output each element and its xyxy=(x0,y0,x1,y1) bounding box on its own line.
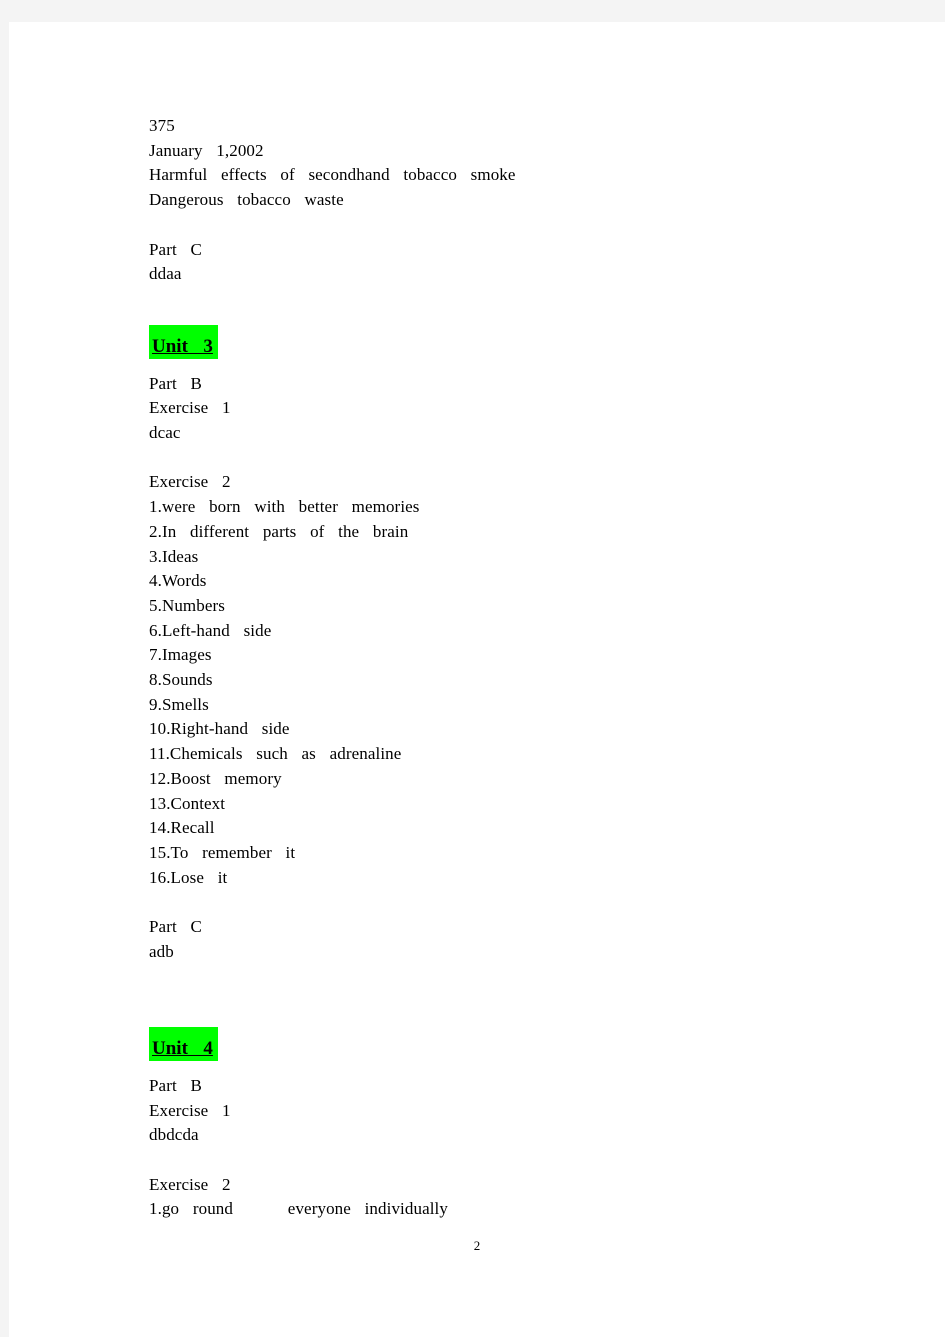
list-item: 12.Boost memory xyxy=(149,768,282,788)
list-item: 3.Ideas xyxy=(149,546,199,566)
unit-3-heading: Unit 3 xyxy=(149,324,218,359)
list-item: 6.Left-hand side xyxy=(149,620,272,640)
page-number: 2 xyxy=(473,1238,481,1253)
answer-line: Harmful effects of secondhand tobacco sm… xyxy=(149,165,516,185)
list-item: 9.Smells xyxy=(149,694,209,714)
list-item: 2.In different parts of the brain xyxy=(149,521,409,541)
list-item: 16.Lose it xyxy=(149,867,228,887)
exercise-2-heading: Exercise 2 xyxy=(149,1174,231,1194)
unit-4-exercise-2-block: Exercise 2 1.go round everyone individua… xyxy=(149,1173,849,1222)
answer-line: Dangerous tobacco waste xyxy=(149,190,344,210)
part-b-heading: Part B xyxy=(149,373,202,393)
part-c-heading: Part C xyxy=(149,239,202,259)
list-item: 11.Chemicals such as adrenaline xyxy=(149,744,402,764)
unit-3-heading-block: Unit 3 xyxy=(149,324,849,359)
list-item: 10.Right-hand side xyxy=(149,719,290,739)
list-item: 15.To remember it xyxy=(149,842,296,862)
list-item: 5.Numbers xyxy=(149,595,225,615)
part-c-answer: ddaa xyxy=(149,264,182,284)
document-page: 375 January 1,2002 Harmful effects of se… xyxy=(9,22,945,1337)
unit-4-heading-block: Unit 4 xyxy=(149,1026,849,1061)
part-b-heading: Part B xyxy=(149,1075,202,1095)
top-part-c-block: Part C ddaa xyxy=(149,238,849,287)
unit-4-heading: Unit 4 xyxy=(149,1026,218,1061)
list-item: 1.were born with better memories xyxy=(149,497,420,517)
exercise-1-answer: dcac xyxy=(149,423,181,442)
unit-3-part-c-block: Part C adb xyxy=(149,915,849,964)
exercise-1-heading: Exercise 1 xyxy=(149,398,231,418)
unit-3-part-b-block: Part B Exercise 1 dcac xyxy=(149,372,849,446)
answer-line: 375 xyxy=(149,116,175,135)
exercise-1-heading: Exercise 1 xyxy=(149,1100,231,1120)
exercise-2-heading: Exercise 2 xyxy=(149,472,231,492)
part-c-heading: Part C xyxy=(149,917,202,937)
part-c-answer: adb xyxy=(149,941,174,961)
list-item: 13.Context xyxy=(149,793,226,813)
unit-4-heading-label: Unit 4 xyxy=(152,1037,213,1059)
list-item: 7.Images xyxy=(149,645,212,665)
list-item: 1.go round everyone individually xyxy=(149,1199,448,1219)
list-item: 8.Sounds xyxy=(149,670,213,690)
unit-3-exercise-2-block: Exercise 2 1.were born with better memor… xyxy=(149,470,849,890)
answer-line: January 1,2002 xyxy=(149,140,264,160)
top-answers-block: 375 January 1,2002 Harmful effects of se… xyxy=(149,114,849,213)
exercise-1-answer: dbdcda xyxy=(149,1125,199,1145)
list-item: 14.Recall xyxy=(149,818,215,838)
unit-3-heading-label: Unit 3 xyxy=(152,335,213,357)
unit-4-part-b-block: Part B Exercise 1 dbdcda xyxy=(149,1074,849,1148)
document-body: 375 January 1,2002 Harmful effects of se… xyxy=(149,114,849,1222)
list-item: 4.Words xyxy=(149,571,207,591)
